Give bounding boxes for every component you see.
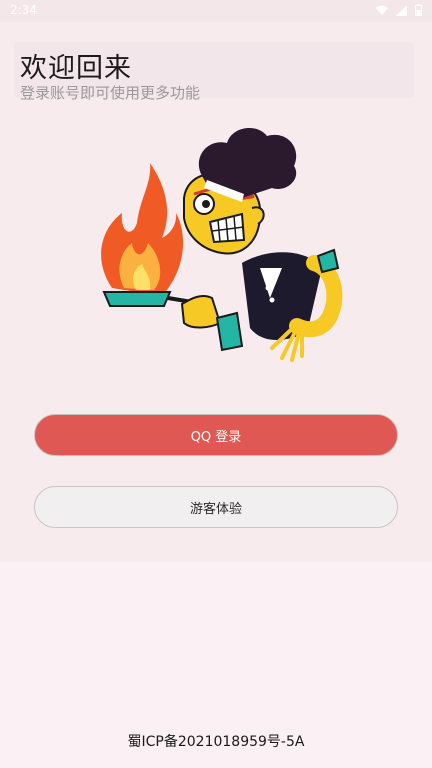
right-cuff	[316, 248, 340, 274]
guest-mode-button[interactable]: 游客体验	[34, 486, 398, 528]
left-arm	[180, 294, 222, 329]
battery-icon	[415, 4, 422, 16]
status-icons	[376, 4, 422, 16]
pan	[102, 291, 172, 307]
chef-with-flaming-pan-illustration	[101, 127, 343, 362]
status-time: 2:34	[10, 3, 37, 17]
status-bar: 2:34	[0, 0, 432, 22]
page-subtitle: 登录账号即可使用更多功能	[20, 84, 201, 102]
qq-login-button[interactable]: QQ 登录	[34, 414, 398, 456]
page-title: 欢迎回来	[20, 53, 132, 84]
wifi-icon	[376, 5, 388, 15]
icp-license-text: 蜀ICP备2021018959号-5A	[127, 734, 305, 750]
signal-icon	[396, 4, 407, 16]
left-cuff	[215, 311, 244, 352]
